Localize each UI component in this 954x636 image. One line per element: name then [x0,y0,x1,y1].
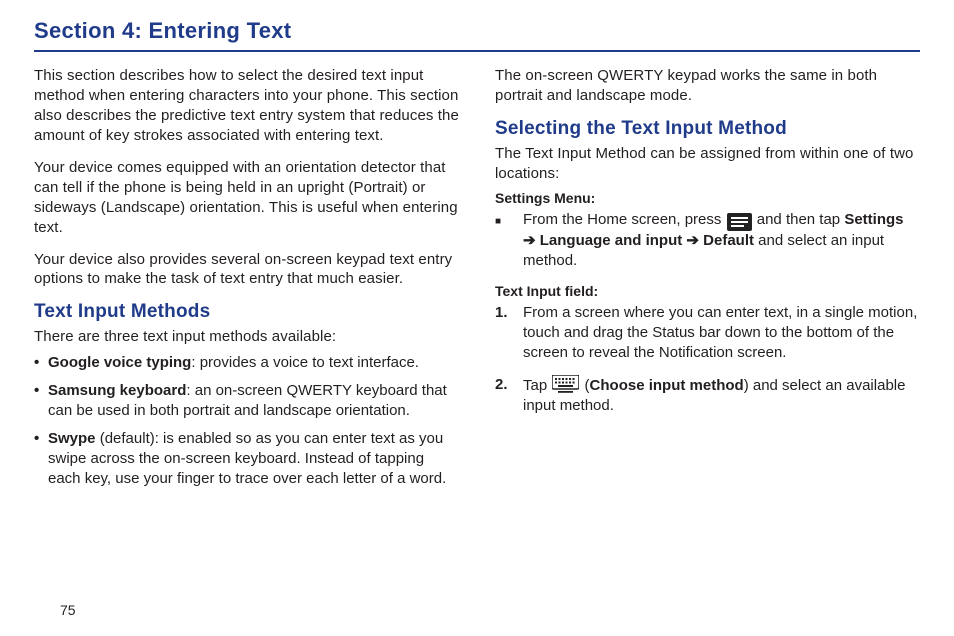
settings-path-item: ■ From the Home screen, press and then t… [495,210,920,272]
settings-menu-label: Settings Menu: [495,190,920,206]
page-root: Section 4: Entering Text This section de… [0,0,954,497]
bullet-content: Swype (default): is enabled so as you ca… [48,429,459,489]
intro-paragraph-2: Your device comes equipped with an orien… [34,158,459,238]
arrow-icon: ➔ [523,232,540,249]
bold-settings: Settings [844,211,903,228]
text-input-field-label: Text Input field: [495,283,920,299]
bullet-content: Samsung keyboard: an on-screen QWERTY ke… [48,381,459,421]
methods-intro: There are three text input methods avail… [34,327,459,347]
bullet-samsung-keyboard: • Samsung keyboard: an on-screen QWERTY … [34,381,459,421]
text-segment: Tap [523,377,551,394]
text-segment: and then tap [753,211,845,228]
heading-text-input-methods: Text Input Methods [34,301,459,323]
square-bullet-icon: ■ [495,210,523,272]
settings-path-content: From the Home screen, press and then tap… [523,210,920,272]
bullet-dot: • [34,353,48,373]
selecting-intro: The Text Input Method can be assigned fr… [495,144,920,184]
step-2: 2. Tap (Choose input method) and select … [495,375,920,416]
step-1: 1. From a screen where you can enter tex… [495,303,920,363]
section-title: Section 4: Entering Text [34,18,920,44]
bullet-bold: Samsung keyboard [48,382,186,399]
qwerty-note: The on-screen QWERTY keypad works the sa… [495,66,920,106]
heading-selecting-method: Selecting the Text Input Method [495,118,920,140]
keyboard-icon [552,375,579,393]
menu-key-icon [727,213,752,231]
step-content: Tap (Choose input method) and select an … [523,375,920,416]
bold-language: Language and input [540,232,683,249]
bullet-dot: • [34,381,48,421]
left-column: This section describes how to select the… [34,66,459,497]
steps-list: 1. From a screen where you can enter tex… [495,303,920,416]
bold-default: Default [703,232,754,249]
arrow-icon: ➔ [682,232,703,249]
bullet-swype: • Swype (default): is enabled so as you … [34,429,459,489]
right-column: The on-screen QWERTY keypad works the sa… [495,66,920,497]
bold-choose-input: Choose input method [590,377,744,394]
bullet-dot: • [34,429,48,489]
bullet-content: Google voice typing: provides a voice to… [48,353,459,373]
methods-bullet-list: • Google voice typing: provides a voice … [34,353,459,489]
bullet-bold: Swype [48,430,96,447]
step-number: 1. [495,303,523,363]
intro-paragraph-3: Your device also provides several on-scr… [34,250,459,290]
bullet-google-voice: • Google voice typing: provides a voice … [34,353,459,373]
text-segment: ( [580,377,589,394]
settings-square-list: ■ From the Home screen, press and then t… [495,210,920,272]
bullet-rest: : provides a voice to text interface. [191,354,419,371]
divider-rule [34,50,920,52]
bullet-bold: Google voice typing [48,354,191,371]
page-number: 75 [60,602,76,618]
two-column-layout: This section describes how to select the… [34,66,920,497]
bullet-rest: (default): is enabled so as you can ente… [48,430,446,487]
step-content: From a screen where you can enter text, … [523,303,920,363]
intro-paragraph-1: This section describes how to select the… [34,66,459,146]
step-number: 2. [495,375,523,416]
text-segment: From the Home screen, press [523,211,726,228]
